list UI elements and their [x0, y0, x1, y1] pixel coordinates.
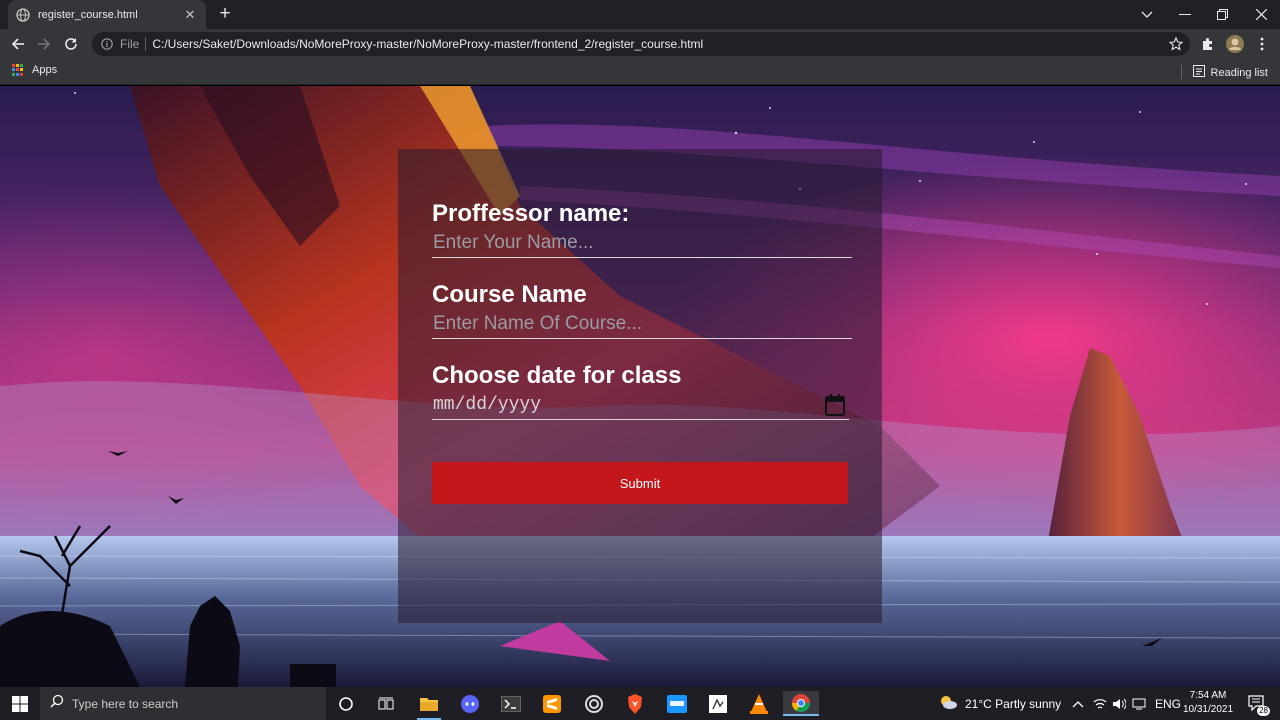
tab-register-course[interactable]: register_course.html ✕: [8, 0, 206, 29]
close-window-icon[interactable]: [1242, 0, 1280, 29]
professor-name-input[interactable]: [432, 228, 852, 258]
sublime-text-icon[interactable]: [534, 691, 570, 716]
apps-grid-icon: [12, 64, 24, 76]
url-divider: [145, 37, 147, 51]
terminal-icon[interactable]: [493, 691, 529, 716]
tab-strip: register_course.html ✕ +: [0, 0, 1280, 29]
discord-icon[interactable]: [452, 691, 488, 716]
apps-label: Apps: [32, 64, 58, 76]
reading-list-button[interactable]: Reading list: [1192, 64, 1268, 82]
profile-avatar[interactable]: [1224, 33, 1246, 55]
taskbar-search-box[interactable]: Type here to search: [40, 687, 326, 720]
professor-name-label: Proffessor name:: [432, 200, 630, 227]
class-date-input[interactable]: mm/dd/yyyy: [432, 390, 849, 420]
address-bar[interactable]: File C:/Users/Saket/Downloads/NoMoreProx…: [92, 32, 1190, 56]
course-name-input[interactable]: [432, 309, 852, 339]
windows-taskbar: Type here to search 21°C Partly sunny EN…: [0, 687, 1280, 720]
taskbar-clock[interactable]: 7:54 AM 10/31/2021: [1178, 689, 1238, 717]
class-date-label: Choose date for class: [432, 362, 682, 389]
course-name-label: Course Name: [432, 281, 587, 308]
bookmarks-bar: Apps Reading list: [0, 59, 1280, 85]
file-explorer-icon[interactable]: [411, 691, 447, 720]
clock-date: 10/31/2021: [1182, 704, 1234, 715]
cortana-icon[interactable]: [328, 691, 364, 716]
star-icon[interactable]: [1168, 36, 1184, 52]
globe-icon: [16, 7, 30, 22]
task-view-icon[interactable]: [368, 691, 404, 716]
weather-text: 21°C Partly sunny: [965, 696, 1062, 711]
prime-video-icon[interactable]: [659, 691, 695, 716]
calendar-icon[interactable]: [825, 394, 845, 416]
reading-list-icon: [1192, 64, 1205, 82]
back-icon[interactable]: [7, 33, 29, 55]
search-icon: [50, 694, 64, 713]
bookmarks-divider: [1181, 65, 1182, 79]
chrome-icon[interactable]: [783, 691, 819, 716]
brave-browser-icon[interactable]: [617, 691, 653, 716]
url-text: C:/Users/Saket/Downloads/NoMoreProxy-mas…: [152, 37, 704, 51]
register-course-form: Proffessor name: Course Name Choose date…: [398, 149, 882, 623]
minimize-icon[interactable]: [1166, 0, 1204, 29]
reading-list-label: Reading list: [1210, 67, 1268, 79]
partly-sunny-icon: [938, 694, 958, 713]
restore-icon[interactable]: [1203, 0, 1241, 29]
date-value: mm/dd/yyyy: [433, 394, 542, 415]
notification-center-icon[interactable]: 28: [1248, 695, 1270, 716]
wifi-icon[interactable]: [1093, 687, 1107, 720]
tab-search-chevron-icon[interactable]: [1128, 0, 1166, 29]
new-tab-button[interactable]: +: [214, 4, 236, 24]
reload-icon[interactable]: [60, 33, 82, 55]
search-placeholder: Type here to search: [72, 696, 179, 711]
browser-toolbar: File C:/Users/Saket/Downloads/NoMoreProx…: [0, 29, 1280, 59]
menu-icon[interactable]: [1251, 33, 1273, 55]
vlc-icon[interactable]: [741, 691, 777, 716]
close-tab-icon[interactable]: ✕: [182, 7, 198, 23]
weather-widget[interactable]: 21°C Partly sunny: [938, 687, 1061, 720]
info-icon[interactable]: [100, 37, 114, 51]
extensions-icon[interactable]: [1197, 33, 1219, 55]
page-viewport: Proffessor name: Course Name Choose date…: [0, 86, 1280, 687]
windows-start-icon[interactable]: [0, 687, 40, 720]
volume-icon[interactable]: [1112, 687, 1126, 720]
url-scheme: File: [120, 37, 140, 51]
forward-icon[interactable]: [33, 33, 55, 55]
show-hidden-icons-chevron[interactable]: [1072, 687, 1084, 720]
clock-time: 7:54 AM: [1189, 690, 1227, 701]
apps-shortcut[interactable]: Apps: [12, 64, 57, 76]
submit-button[interactable]: Submit: [432, 462, 848, 504]
notification-count: 28: [1257, 706, 1270, 716]
tab-title: register_course.html: [38, 8, 138, 21]
app-circle-icon[interactable]: [576, 691, 612, 716]
sticky-notes-icon[interactable]: [700, 691, 736, 716]
network-icon[interactable]: [1132, 687, 1146, 720]
